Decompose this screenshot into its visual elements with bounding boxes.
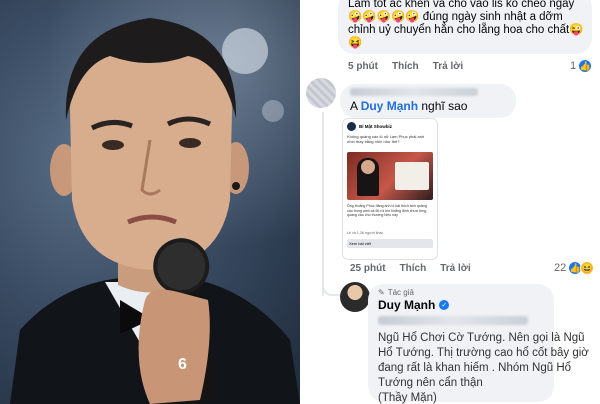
singer-photo: 6 (0, 0, 300, 404)
comment-text: 😝 (348, 37, 363, 49)
shared-post-image[interactable]: Bí Mật Showbiz Không quảng cáo lô nữ Lam… (342, 118, 438, 260)
author-name[interactable]: Duy Mạnh (378, 298, 435, 312)
singer-illustration (10, 18, 300, 404)
mention-link[interactable]: Duy Mạnh (361, 99, 418, 113)
reaction-summary[interactable]: 22 👍 😆 (554, 261, 595, 275)
reply-bubble: ✎ Tác giả Duy Mạnh ✓ Ngũ Hổ Chơi Cờ Tướn… (368, 284, 589, 404)
comment-text: nghĩ sao (421, 99, 468, 113)
reply-text: Hổ Tướng. Thị trường cao hổ cốt bây giờ (378, 347, 589, 359)
mic-number-label: 6 (178, 356, 187, 373)
comment-actions: 5 phút Thích Trả lời (348, 61, 463, 72)
post-photo (347, 152, 433, 200)
comment-text: 🤪🤪🤪🤪🤪 đúng ngày sinh nhật a dỡm (348, 11, 563, 23)
post-likes: Lê và 1,3K người khác (347, 231, 384, 235)
comment-time[interactable]: 25 phút (350, 263, 386, 274)
comment-section: Làm tốt ắc khen và cho vào lis ko chéo n… (304, 0, 600, 404)
view-post-button[interactable]: Xem bài viết (347, 239, 433, 248)
like-link[interactable]: Thích (400, 263, 427, 274)
comment-time[interactable]: 5 phút (348, 61, 378, 72)
commenter-avatar[interactable] (306, 78, 336, 108)
author-badge: Tác giả (387, 288, 414, 297)
thread-connector (322, 112, 324, 296)
reply-text: đang rất là khan hiếm . Nhóm Ngũ Hổ (378, 362, 572, 374)
comment-bubble: Làm tốt ắc khen và cho vào lis ko chéo n… (338, 0, 592, 54)
comment-bubble: A Duy Mạnh nghĩ sao (340, 84, 516, 118)
thread-connector (322, 278, 340, 296)
comment-text: A (350, 99, 358, 113)
reply-text: (Thầy Mặn) (378, 392, 437, 404)
like-reaction-icon: 👍 (578, 59, 593, 73)
redacted-text (378, 316, 528, 325)
author-avatar[interactable] (340, 282, 370, 312)
comment-text: chỉnh uỷ chuyển hẳn cho lẵng hoa cho chấ… (348, 24, 584, 36)
post-body: Ông Hoàng Phúc đăng ảnh lộ bài thích ảnh… (347, 204, 427, 218)
reaction-summary[interactable]: 1 👍 (570, 59, 593, 73)
reply-link[interactable]: Trả lời (433, 61, 463, 72)
reply-link[interactable]: Trả lời (440, 263, 470, 274)
commenter-name-redacted (350, 88, 478, 96)
like-link[interactable]: Thích (392, 61, 419, 72)
verified-badge-icon: ✓ (439, 300, 450, 310)
reaction-count: 22 (554, 262, 567, 274)
reaction-count: 1 (570, 60, 577, 72)
reply-text: Tướng nên cẩn thận (378, 377, 483, 389)
reply-text: Ngũ Hổ Chơi Cờ Tướng. Nên gọi là Ngũ (378, 332, 585, 344)
post-caption: Không quảng cáo lô nữ Lam Phục phải anh … (347, 134, 425, 144)
pen-icon: ✎ (378, 288, 385, 297)
haha-reaction-icon: 😆 (580, 261, 595, 275)
comment-text: Làm tốt ắc khen và cho vào lis ko chéo n… (348, 0, 575, 10)
comment-actions: 25 phút Thích Trả lời (350, 263, 471, 274)
page-avatar (347, 122, 356, 131)
page-name: Bí Mật Showbiz (359, 124, 392, 129)
